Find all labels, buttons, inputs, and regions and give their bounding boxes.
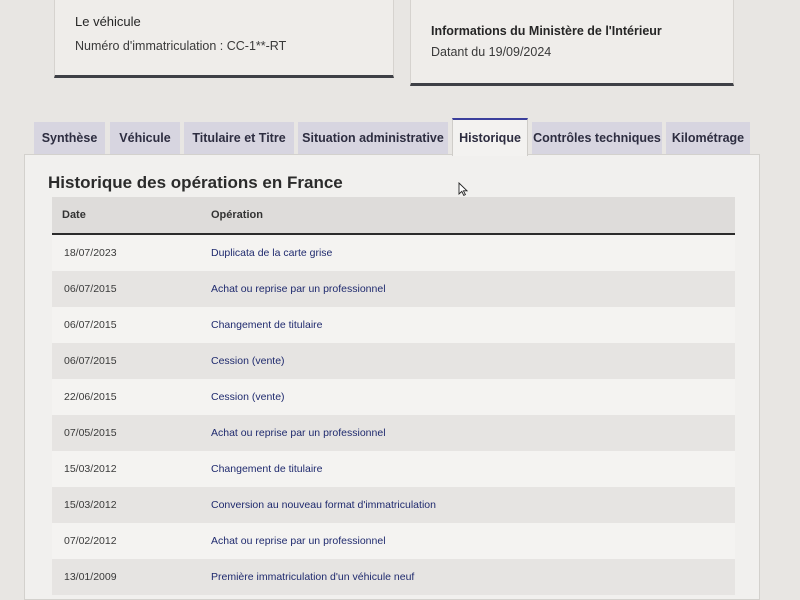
table-row: 18/07/2023 Duplicata de la carte grise [52,235,735,271]
row-operation: Changement de titulaire [211,463,323,475]
row-operation: Conversion au nouveau format d'immatricu… [211,499,436,511]
row-date: 07/02/2012 [64,535,117,547]
table-row: 15/03/2012 Conversion au nouveau format … [52,487,735,523]
arrow-cursor-icon [458,182,468,196]
tab-situation-administrative[interactable]: Situation administrative [298,122,448,154]
row-date: 06/07/2015 [64,319,117,331]
row-date: 15/03/2012 [64,463,117,475]
column-header-date: Date [62,209,86,221]
ministry-info-card: Informations du Ministère de l'Intérieur… [410,0,734,86]
page: Le véhicule Numéro d'immatriculation : C… [0,0,800,600]
vehicle-card-title: Le véhicule [75,14,141,29]
row-operation: Achat ou reprise par un professionnel [211,427,386,439]
row-date: 06/07/2015 [64,355,117,367]
row-operation: Achat ou reprise par un professionnel [211,535,386,547]
registration-number: Numéro d'immatriculation : CC-1**-RT [75,39,287,53]
history-title: Historique des opérations en France [48,173,343,192]
table-row: 07/02/2012 Achat ou reprise par un profe… [52,523,735,559]
row-operation: Cession (vente) [211,355,285,367]
tab-bar: Synthèse Véhicule Titulaire et Titre Sit… [34,116,764,156]
table-body: 18/07/2023 Duplicata de la carte grise 0… [52,235,735,595]
row-operation: Première immatriculation d'un véhicule n… [211,571,415,583]
row-date: 07/05/2015 [64,427,117,439]
vehicle-card: Le véhicule Numéro d'immatriculation : C… [54,0,394,78]
row-date: 15/03/2012 [64,499,117,511]
tab-kilometrage[interactable]: Kilométrage [666,122,750,154]
tab-titulaire-et-titre[interactable]: Titulaire et Titre [184,122,294,154]
tab-historique[interactable]: Historique [452,118,528,156]
tab-synthese[interactable]: Synthèse [34,122,105,154]
table-row: 15/03/2012 Changement de titulaire [52,451,735,487]
history-table: Date Opération 18/07/2023 Duplicata de l… [52,197,735,595]
ministry-info-title: Informations du Ministère de l'Intérieur [431,24,662,38]
tab-vehicule[interactable]: Véhicule [110,122,180,154]
row-date: 22/06/2015 [64,391,117,403]
tab-controles-techniques[interactable]: Contrôles techniques [532,122,662,154]
row-operation: Achat ou reprise par un professionnel [211,283,386,295]
row-operation: Cession (vente) [211,391,285,403]
column-header-operation: Opération [211,209,263,221]
row-date: 18/07/2023 [64,247,117,259]
table-row: 06/07/2015 Cession (vente) [52,343,735,379]
table-row: 22/06/2015 Cession (vente) [52,379,735,415]
row-date: 13/01/2009 [64,571,117,583]
table-header: Date Opération [52,197,735,235]
table-row: 07/05/2015 Achat ou reprise par un profe… [52,415,735,451]
row-date: 06/07/2015 [64,283,117,295]
row-operation: Duplicata de la carte grise [211,247,333,259]
table-row: 06/07/2015 Changement de titulaire [52,307,735,343]
history-panel: Historique des opérations en France Date… [24,154,760,600]
row-operation: Changement de titulaire [211,319,323,331]
table-row: 13/01/2009 Première immatriculation d'un… [52,559,735,595]
table-row: 06/07/2015 Achat ou reprise par un profe… [52,271,735,307]
info-date: Datant du 19/09/2024 [431,45,552,59]
